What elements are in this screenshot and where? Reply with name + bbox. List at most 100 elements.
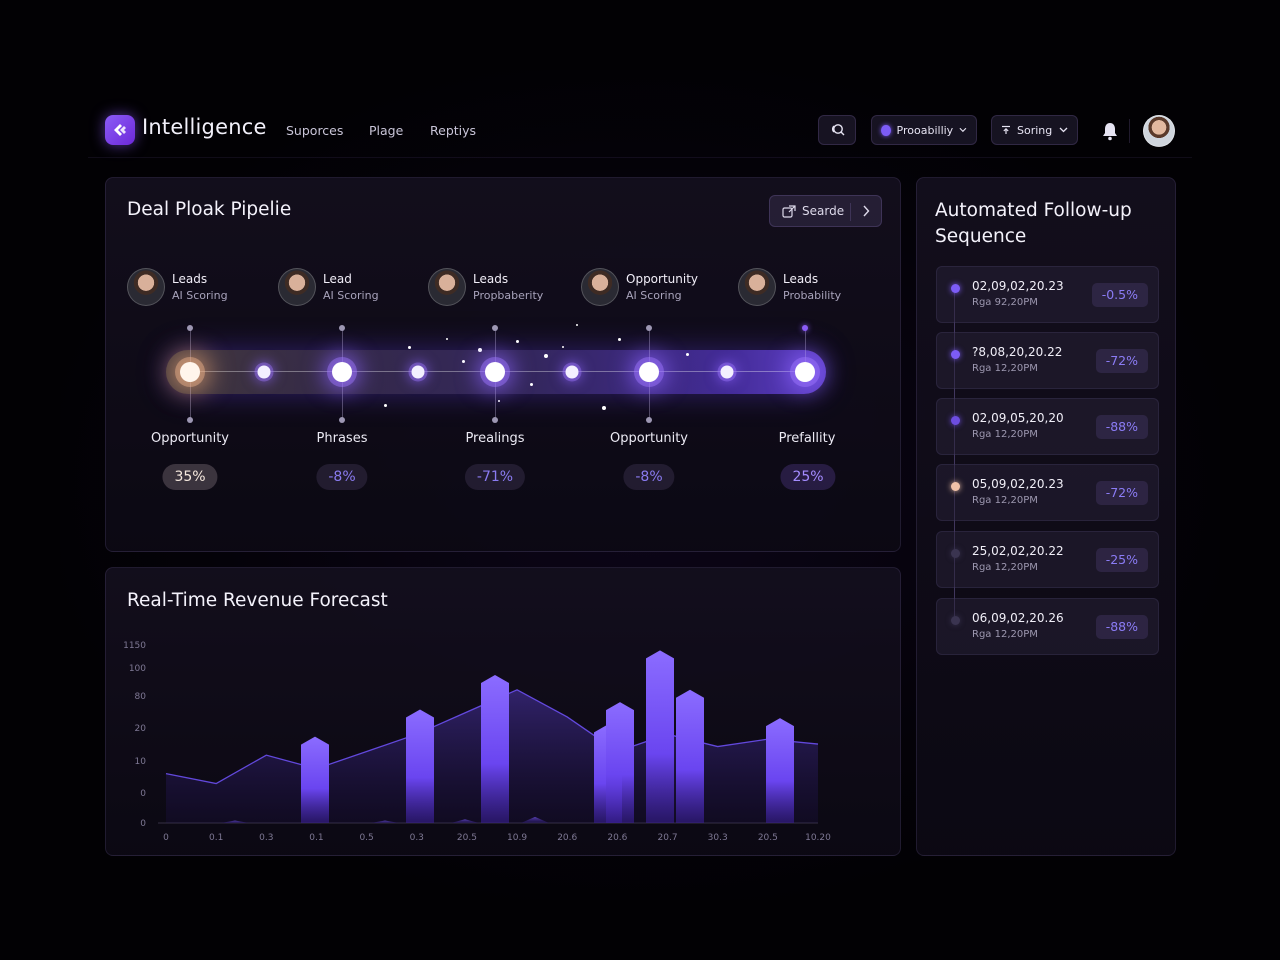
stage-percent-badge: -8% (316, 464, 368, 490)
stage-percent-badge: -71% (464, 464, 526, 490)
revenue-title: Real-Time Revenue Forecast (127, 590, 388, 611)
stage-node[interactable] (795, 362, 815, 382)
stage-node[interactable] (180, 362, 200, 382)
sequence-date: 02,09,02,20.23 (972, 279, 1064, 293)
stage-label: Prealings (465, 431, 525, 446)
chart-bar (481, 675, 509, 823)
x-tick-label: 0.3 (259, 833, 273, 843)
sequence-date: 05,09,02,20.23 (972, 477, 1064, 491)
stage-sub: Propbaberity (473, 289, 544, 302)
chart-bar (646, 650, 674, 823)
stage-node[interactable] (485, 362, 505, 382)
pipeline-search-label: Searde (802, 204, 845, 218)
connector-dot (492, 417, 498, 423)
avatar (428, 268, 466, 306)
chevron-right-icon (863, 205, 870, 217)
flow-node (565, 365, 579, 379)
nav-item-reptiys[interactable]: Reptiys (430, 123, 476, 138)
stage-label: Opportunity (609, 431, 689, 446)
chart-bar (301, 736, 329, 823)
y-tick-label: 80 (135, 692, 147, 702)
pipeline-title: Deal Ploak Pipelie (127, 199, 292, 220)
probability-label: Prooabilliy (896, 123, 954, 137)
header-search-button[interactable] (818, 115, 856, 145)
sequence-date: ?8,08,20,20.22 (972, 345, 1063, 359)
sequence-badge: -72% (1095, 481, 1148, 505)
sequence-item[interactable]: 05,09,02,20.23 Rga 12,20PM -72% (936, 464, 1159, 521)
sparkle (602, 406, 606, 410)
logo-icon[interactable] (105, 115, 135, 145)
sequence-item[interactable]: ?8,08,20,20.22 Rga 12,20PM -72% (936, 332, 1159, 389)
timeline-dot (951, 350, 960, 359)
pipeline-search-button[interactable]: Searde (769, 195, 882, 227)
nav-item-plage[interactable]: Plage (369, 123, 403, 138)
stage-sub: Probability (783, 289, 842, 302)
x-tick-label: 0.1 (309, 833, 323, 843)
sort-dropdown[interactable]: Soring (991, 115, 1078, 145)
stage-name: Leads (473, 272, 509, 286)
sort-icon (1002, 125, 1010, 134)
chevron-down-icon (1059, 127, 1068, 133)
sequence-date: 06,09,02,20.26 (972, 611, 1064, 625)
x-tick-label: 20.5 (758, 833, 778, 843)
revenue-chart: 1150100802010000 0.1 0.3 0.1 0.5 0.3 20.5 10.9 2… (123, 641, 831, 843)
stage-sub: AI Scoring (172, 289, 228, 302)
timeline-dot (951, 284, 960, 293)
x-tick-label: 10.9 (507, 833, 527, 843)
sequence-sub: Rga 92,20PM (972, 297, 1038, 308)
timeline-dot (951, 616, 960, 625)
x-tick-label: 10.20 (805, 833, 831, 843)
avatar (127, 268, 165, 306)
sparkle (618, 338, 621, 341)
sequence-item[interactable]: 06,09,02,20.26 Rga 12,20PM -88% (936, 598, 1159, 655)
stage-sub: AI Scoring (626, 289, 682, 302)
chart-bar (406, 709, 434, 823)
x-tick-label: 30.3 (708, 833, 728, 843)
x-tick-label: 20.6 (557, 833, 577, 843)
sparkle (530, 383, 533, 386)
revenue-forecast-panel: Real-Time Revenue Forecast 1150 100 80 20 10… (105, 567, 901, 856)
stage-node[interactable] (639, 362, 659, 382)
sequence-sub: Rga 12,20PM (972, 562, 1038, 573)
stage-name: Leads (172, 272, 208, 286)
sparkle (478, 348, 482, 352)
connector-dot (646, 325, 652, 331)
timeline-dot (951, 416, 960, 425)
stage-percent-badge: 35% (162, 464, 218, 490)
x-tick-label: 20.6 (607, 833, 627, 843)
connector-dot (339, 417, 345, 423)
x-tick-label: 20.7 (658, 833, 678, 843)
sparkle (686, 353, 689, 356)
stage-node[interactable] (332, 362, 352, 382)
connector-dot (646, 417, 652, 423)
sequence-badge: -88% (1095, 415, 1148, 439)
sparkle (544, 354, 548, 358)
sparkle (516, 340, 519, 343)
chevron-down-icon (959, 127, 967, 133)
user-avatar[interactable] (1143, 115, 1175, 147)
sparkle (462, 360, 465, 363)
y-tick-label: 1150 (123, 641, 146, 651)
external-link-icon (782, 204, 796, 218)
sequence-title-line1: Automated Follow-up (935, 200, 1132, 221)
sequence-title-line2: Sequence (935, 226, 1027, 247)
timeline-dot (951, 549, 960, 558)
flow-node (411, 365, 425, 379)
chart-bar (676, 689, 704, 823)
sequence-date: 25,02,02,20.22 (972, 544, 1064, 558)
nav-item-suporces[interactable]: Suporces (286, 123, 343, 138)
y-tick-label: 0 (140, 819, 146, 829)
chart-bar (606, 702, 634, 823)
dashboard: Intelligence Suporces Plage Reptiys Proo… (88, 100, 1192, 870)
sequence-item[interactable]: 02,09,05,20,20 Rga 12,20PM -88% (936, 398, 1159, 455)
sequence-item[interactable]: 25,02,02,20.22 Rga 12,20PM -25% (936, 531, 1159, 588)
connector-dot (339, 325, 345, 331)
sparkle (446, 338, 448, 340)
stage-name: Leads (783, 272, 819, 286)
y-tick-label: 10 (135, 757, 147, 767)
sequence-badge: -72% (1095, 349, 1148, 373)
bell-icon[interactable] (1101, 121, 1119, 141)
search-icon (832, 124, 845, 136)
probability-dropdown[interactable]: Prooabilliy (871, 115, 977, 145)
sequence-item[interactable]: 02,09,02,20.23 Rga 92,20PM -0.5% (936, 266, 1159, 323)
